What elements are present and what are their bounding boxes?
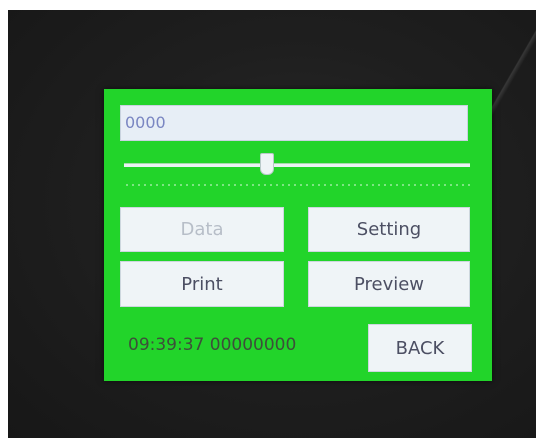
back-button[interactable]: BACK <box>368 324 472 372</box>
data-button[interactable]: Data <box>120 207 284 252</box>
dotted-divider <box>124 184 470 186</box>
level-slider[interactable] <box>124 151 470 177</box>
status-readout: 09:39:37 00000000 <box>128 335 297 355</box>
device-housing: 0000 Data Setting Print Preview 09:39:37… <box>8 10 536 438</box>
lcd-screen: 0000 Data Setting Print Preview 09:39:37… <box>104 89 492 381</box>
slider-track <box>124 163 470 167</box>
setting-button[interactable]: Setting <box>308 207 470 252</box>
photo-frame: 0000 Data Setting Print Preview 09:39:37… <box>0 0 540 443</box>
preview-button[interactable]: Preview <box>308 261 470 307</box>
slider-thumb[interactable] <box>260 153 274 175</box>
value-input-field[interactable]: 0000 <box>120 105 468 141</box>
print-button[interactable]: Print <box>120 261 284 307</box>
